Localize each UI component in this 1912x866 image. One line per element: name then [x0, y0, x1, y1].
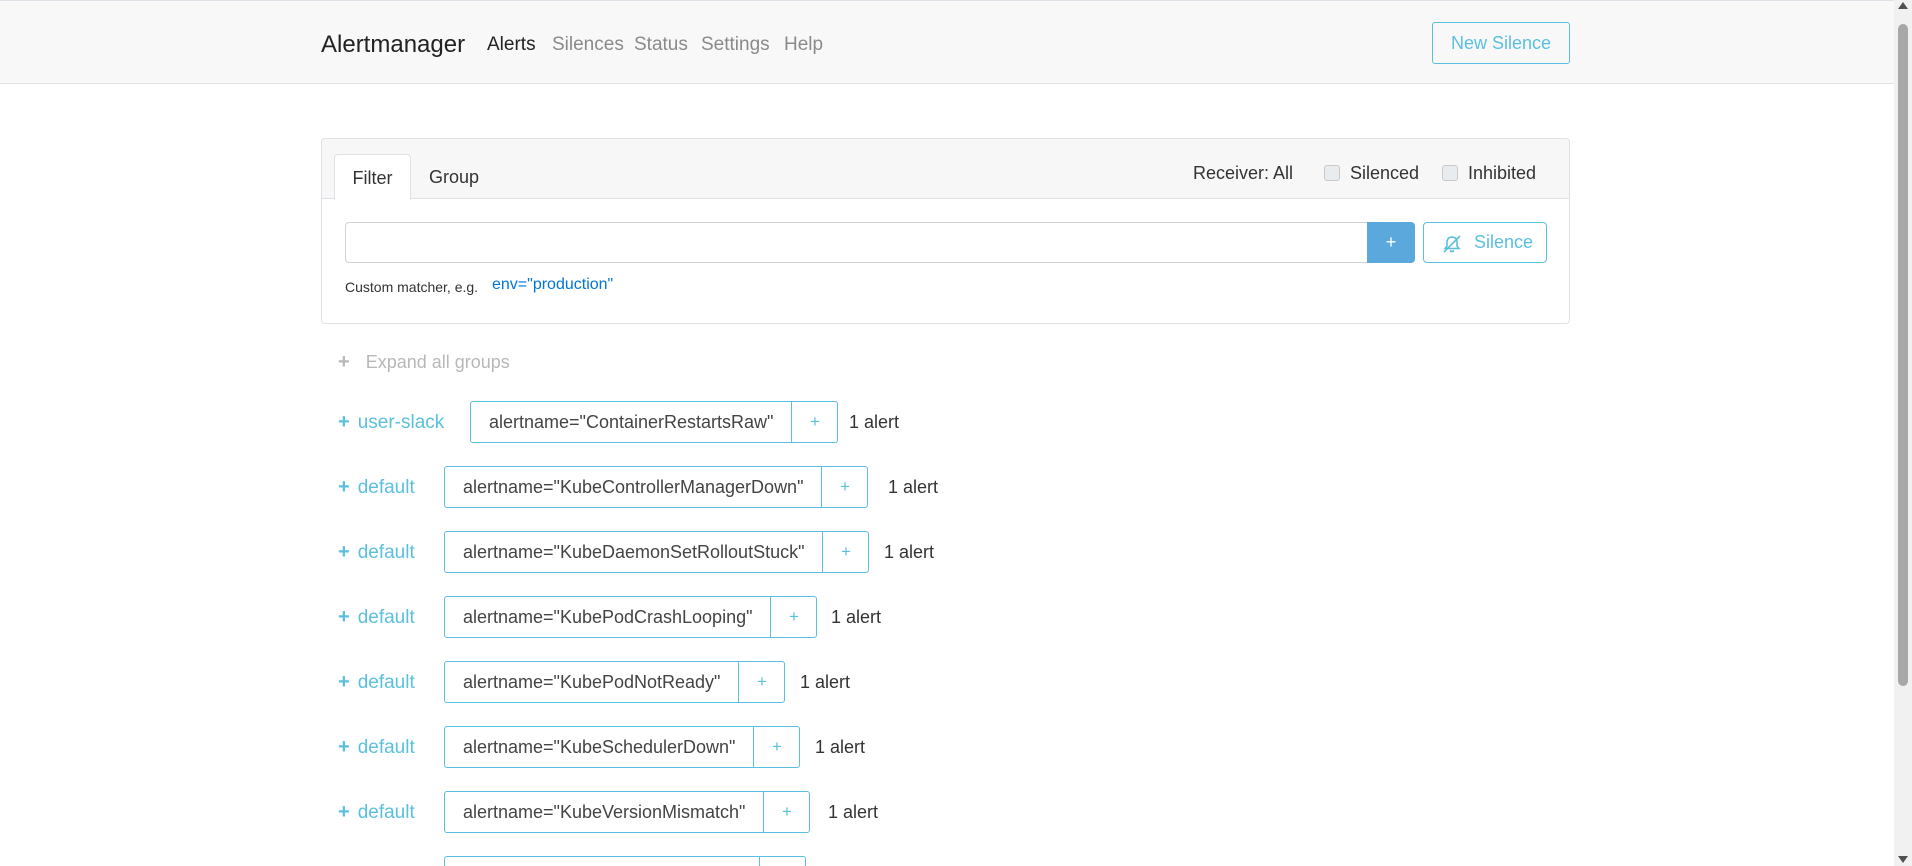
add-matcher-to-filter-button[interactable]: + [753, 727, 799, 767]
group-matcher: alertname="KubePodCrashLooping" + [444, 596, 818, 638]
navbar: Alertmanager Alerts Silences Status Sett… [0, 0, 1894, 84]
add-matcher-to-filter-button[interactable]: + [770, 597, 816, 637]
new-silence-button[interactable]: New Silence [1432, 22, 1570, 64]
scrollbar-thumb[interactable] [1898, 24, 1908, 686]
matcher-hint-example[interactable]: env="production" [492, 275, 613, 295]
group-matcher: alertname="KubePodNotReady" + [444, 661, 786, 703]
inhibited-checkbox[interactable]: Inhibited [1442, 161, 1536, 185]
matcher-label[interactable]: alertname="KubePodNotReady" [445, 662, 738, 702]
group-toggle-button[interactable]: + default [338, 540, 415, 565]
add-matcher-to-filter-button[interactable]: + [763, 792, 809, 832]
group-toggle-button[interactable]: + default [338, 475, 415, 500]
matcher-label[interactable]: alertname="KubePodCrashLooping" [445, 597, 770, 637]
plus-icon: + [338, 476, 350, 498]
group-toggle-button[interactable]: + user-slack [338, 410, 444, 435]
page: Alertmanager Alerts Silences Status Sett… [0, 0, 1894, 866]
filter-input[interactable] [345, 222, 1367, 263]
group-toggle-button[interactable]: + default [338, 735, 415, 760]
add-matcher-to-filter-button[interactable]: + [821, 467, 867, 507]
nav-settings[interactable]: Settings [701, 33, 770, 57]
matcher-label[interactable]: alertname="KubeVersionMismatch" [445, 792, 763, 832]
scroll-down-arrow-icon[interactable] [1898, 856, 1908, 863]
group-receiver: default [357, 802, 415, 823]
filter-card-header: Filter Group Receiver: All Silenced Inhi… [322, 139, 1569, 200]
group-matcher: alertname="KubeDaemonSetRolloutStuck" + [444, 531, 870, 573]
group-toggle-button[interactable]: + default [338, 605, 415, 630]
alert-count: 1 alert [888, 477, 939, 497]
group-receiver: default [357, 672, 415, 693]
add-matcher-to-filter-button[interactable]: + [822, 532, 868, 572]
filter-card: Filter Group Receiver: All Silenced Inhi… [321, 138, 1570, 324]
silence-button[interactable]: Silence [1423, 222, 1547, 263]
plus-icon: + [338, 606, 350, 628]
group-matcher: alertname="KubeSchedulerDown" + [444, 726, 801, 768]
silenced-checkbox[interactable]: Silenced [1324, 161, 1419, 185]
matcher-label[interactable]: alertname="KubeSchedulerDown" [445, 727, 753, 767]
nav-status[interactable]: Status [634, 33, 688, 57]
group-toggle-button[interactable]: + default [338, 800, 415, 825]
add-matcher-button[interactable]: + [1367, 222, 1415, 263]
silenced-label: Silenced [1350, 163, 1420, 183]
plus-icon: + [338, 671, 350, 693]
group-receiver: default [357, 477, 415, 498]
alert-count: 1 alert [849, 412, 900, 432]
group-matcher: alertname="KubeVersionMismatch" + [444, 791, 811, 833]
alert-count: 1 alert [884, 542, 935, 562]
alert-count: 1 alert [831, 607, 882, 627]
nav-help[interactable]: Help [784, 33, 823, 57]
matcher-label[interactable]: alertname="ContainerRestartsRaw" [471, 402, 791, 442]
plus-icon: + [338, 801, 350, 823]
bell-slash-icon [1443, 235, 1461, 253]
alert-count: 1 alert [800, 672, 851, 692]
plus-icon: + [338, 541, 350, 563]
tab-group[interactable]: Group [414, 154, 494, 200]
matcher-label[interactable]: alertname="KubeControllerManagerDown" [445, 467, 821, 507]
add-matcher-to-filter-button[interactable]: + [791, 402, 837, 442]
group-matcher [444, 856, 806, 866]
nav-silences[interactable]: Silences [552, 33, 624, 57]
add-matcher-to-filter-button[interactable] [759, 857, 805, 866]
group-receiver: user-slack [357, 412, 445, 433]
alert-count: 1 alert [828, 802, 879, 822]
group-receiver: default [357, 542, 415, 563]
plus-icon: + [338, 736, 350, 758]
silenced-checkbox-box[interactable] [1324, 165, 1340, 181]
group-receiver: default [357, 607, 415, 628]
plus-icon: + [338, 411, 350, 433]
inhibited-checkbox-box[interactable] [1442, 165, 1458, 181]
expand-all-groups-button[interactable]: + Expand all groups [338, 350, 510, 374]
group-matcher: alertname="KubeControllerManagerDown" + [444, 466, 869, 508]
expand-all-label: Expand all groups [365, 352, 510, 372]
add-matcher-to-filter-button[interactable]: + [738, 662, 784, 702]
matcher-label[interactable]: alertname="KubeDaemonSetRolloutStuck" [445, 532, 822, 572]
alert-count: 1 alert [815, 737, 866, 757]
silence-button-label: Silence [1474, 232, 1534, 252]
matcher-label[interactable] [445, 857, 759, 866]
group-matcher: alertname="ContainerRestartsRaw" + [470, 401, 839, 443]
tab-filter[interactable]: Filter [334, 154, 411, 200]
group-receiver: default [357, 737, 415, 758]
plus-icon: + [338, 351, 350, 373]
nav-alerts[interactable]: Alerts [487, 33, 536, 57]
app-title[interactable]: Alertmanager [321, 30, 465, 60]
receiver-selector[interactable]: Receiver: All [1193, 161, 1293, 185]
matcher-hint: Custom matcher, e.g. [345, 279, 479, 295]
inhibited-label: Inhibited [1468, 163, 1537, 183]
group-toggle-button[interactable]: + default [338, 670, 415, 695]
scroll-up-arrow-icon[interactable] [1898, 2, 1908, 9]
vertical-scrollbar[interactable] [1894, 0, 1912, 866]
